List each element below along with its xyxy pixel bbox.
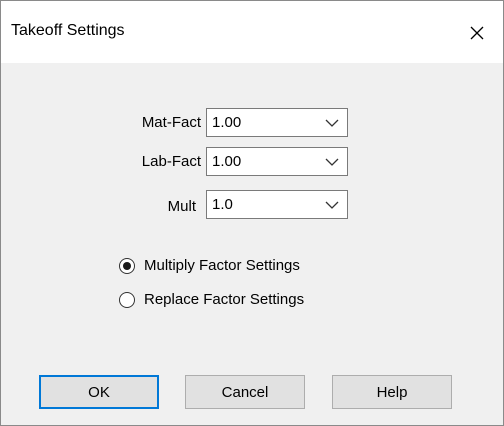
mat-fact-label: Mat-Fact (141, 114, 201, 131)
help-button[interactable]: Help (332, 375, 452, 409)
chevron-down-icon (325, 201, 339, 209)
multiply-factor-radio[interactable]: Multiply Factor Settings (119, 257, 300, 274)
dialog-title: Takeoff Settings (11, 22, 125, 39)
chevron-down-icon (325, 158, 339, 166)
mat-fact-select[interactable]: 1.00 (206, 108, 348, 137)
cancel-button[interactable]: Cancel (185, 375, 305, 409)
mult-value: 1.0 (212, 196, 233, 213)
radio-selected-dot (123, 261, 131, 270)
mult-select[interactable]: 1.0 (206, 190, 348, 219)
ok-button[interactable]: OK (39, 375, 159, 409)
replace-factor-label: Replace Factor Settings (144, 291, 305, 308)
close-button[interactable] (451, 7, 503, 59)
replace-factor-radio[interactable]: Replace Factor Settings (119, 291, 304, 308)
radio-circle (119, 291, 135, 308)
mat-fact-value: 1.00 (212, 114, 242, 131)
lab-fact-select[interactable]: 1.00 (206, 147, 348, 176)
lab-fact-label: Lab-Fact (141, 153, 201, 170)
chevron-down-icon (325, 119, 339, 127)
mult-label: Mult (167, 198, 196, 215)
multiply-factor-label: Multiply Factor Settings (144, 257, 300, 274)
takeoff-settings-dialog: Takeoff Settings Mat-Fact 1.00 Lab-Fact … (0, 0, 504, 426)
title-bar: Takeoff Settings (1, 1, 503, 63)
lab-fact-value: 1.00 (212, 153, 242, 170)
close-icon (470, 26, 484, 40)
radio-circle (119, 257, 135, 274)
